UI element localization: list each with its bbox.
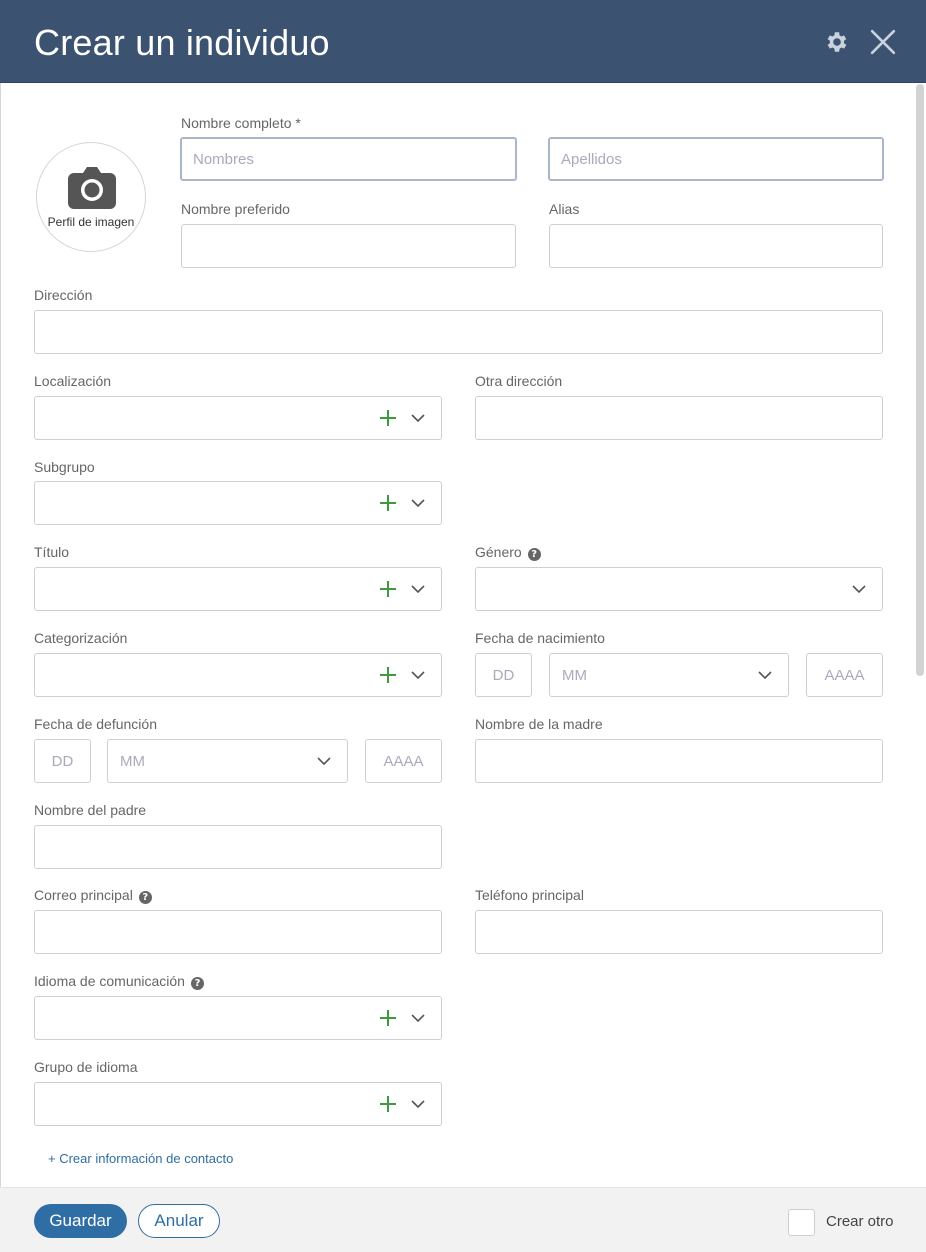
chevron-down-icon[interactable] (410, 1010, 426, 1026)
gender-label-row: Género? (475, 544, 541, 561)
add-icon[interactable] (379, 580, 397, 598)
categorization-select[interactable] (34, 653, 442, 697)
title-select[interactable] (34, 567, 442, 611)
dialog-footer: Guardar Anular Crear otro (0, 1187, 926, 1252)
categorization-label: Categorización (34, 630, 128, 646)
communication-language-label: Idioma de comunicación (34, 973, 185, 989)
birth-day-input[interactable]: DD (475, 653, 532, 697)
primary-email-input[interactable] (34, 910, 442, 954)
scrollbar-thumb[interactable] (916, 84, 924, 676)
chevron-down-icon[interactable] (410, 495, 426, 511)
help-icon[interactable]: ? (527, 548, 541, 561)
full-name-label: Nombre completo * (181, 115, 301, 131)
birth-day-placeholder: DD (492, 667, 515, 684)
last-name-placeholder: Apellidos (561, 151, 622, 168)
help-icon[interactable]: ? (190, 977, 204, 990)
subgroup-select[interactable] (34, 481, 442, 525)
alias-label: Alias (549, 201, 580, 217)
last-name-input[interactable]: Apellidos (548, 137, 884, 181)
gear-icon[interactable] (824, 29, 850, 55)
father-name-input[interactable] (34, 825, 442, 869)
communication-language-select[interactable] (34, 996, 442, 1040)
create-contact-info-link[interactable]: + Crear información de contacto (48, 1151, 233, 1166)
dialog-header: Crear un individuo (0, 0, 926, 83)
add-icon[interactable] (379, 1095, 397, 1113)
location-select[interactable] (34, 396, 442, 440)
mother-name-label: Nombre de la madre (475, 716, 603, 732)
death-year-input[interactable]: AAAA (365, 739, 442, 783)
add-icon[interactable] (379, 494, 397, 512)
profile-image-upload[interactable]: Perfil de imagen (36, 142, 146, 252)
primary-phone-label: Teléfono principal (475, 887, 584, 903)
title-label: Título (34, 544, 70, 560)
close-icon[interactable] (870, 29, 896, 55)
chevron-down-icon[interactable] (410, 667, 426, 683)
mother-name-input[interactable] (475, 739, 883, 783)
death-day-input[interactable]: DD (34, 739, 91, 783)
dialog-title: Crear un individuo (34, 22, 330, 63)
primary-phone-input[interactable] (475, 910, 883, 954)
birth-date-label: Fecha de nacimiento (475, 630, 605, 646)
preferred-name-input[interactable] (181, 224, 516, 268)
gender-label: Género (475, 544, 522, 560)
other-address-input[interactable] (475, 396, 883, 440)
primary-email-label-row: Correo principal? (34, 887, 152, 904)
chevron-down-icon[interactable] (757, 667, 773, 683)
chevron-down-icon[interactable] (851, 581, 867, 597)
death-year-placeholder: AAAA (383, 753, 424, 770)
profile-image-caption: Perfil de imagen (47, 215, 135, 229)
father-name-label: Nombre del padre (34, 802, 147, 818)
preferred-name-label: Nombre preferido (181, 201, 290, 217)
chevron-down-icon[interactable] (410, 1096, 426, 1112)
create-another-checkbox[interactable] (788, 1209, 815, 1236)
create-another-label[interactable]: Crear otro (826, 1213, 894, 1230)
camera-icon (68, 167, 116, 209)
chevron-down-icon[interactable] (410, 410, 426, 426)
other-address-label: Otra dirección (475, 373, 563, 389)
help-icon[interactable]: ? (138, 891, 152, 904)
birth-year-input[interactable]: AAAA (806, 653, 883, 697)
birth-month-select[interactable]: MM (549, 653, 789, 697)
subgroup-label: Subgrupo (34, 459, 95, 475)
first-name-placeholder: Nombres (193, 151, 254, 168)
birth-month-placeholder: MM (562, 667, 587, 684)
communication-language-label-row: Idioma de comunicación? (34, 973, 204, 990)
language-group-select[interactable] (34, 1082, 442, 1126)
language-group-label: Grupo de idioma (34, 1059, 138, 1075)
alias-input[interactable] (549, 224, 883, 268)
chevron-down-icon[interactable] (316, 753, 332, 769)
cancel-button[interactable]: Anular (138, 1204, 220, 1238)
death-day-placeholder: DD (51, 753, 74, 770)
add-icon[interactable] (379, 1009, 397, 1027)
address-label: Dirección (34, 287, 93, 303)
death-month-placeholder: MM (120, 753, 145, 770)
save-button[interactable]: Guardar (34, 1204, 127, 1238)
address-input[interactable] (34, 310, 883, 354)
primary-email-label: Correo principal (34, 887, 133, 903)
birth-year-placeholder: AAAA (824, 667, 865, 684)
death-date-label: Fecha de defunción (34, 716, 157, 732)
add-icon[interactable] (379, 409, 397, 427)
add-icon[interactable] (379, 666, 397, 684)
gender-select[interactable] (475, 567, 883, 611)
location-label: Localización (34, 373, 112, 389)
death-month-select[interactable]: MM (107, 739, 348, 783)
chevron-down-icon[interactable] (410, 581, 426, 597)
first-name-input[interactable]: Nombres (180, 137, 517, 181)
